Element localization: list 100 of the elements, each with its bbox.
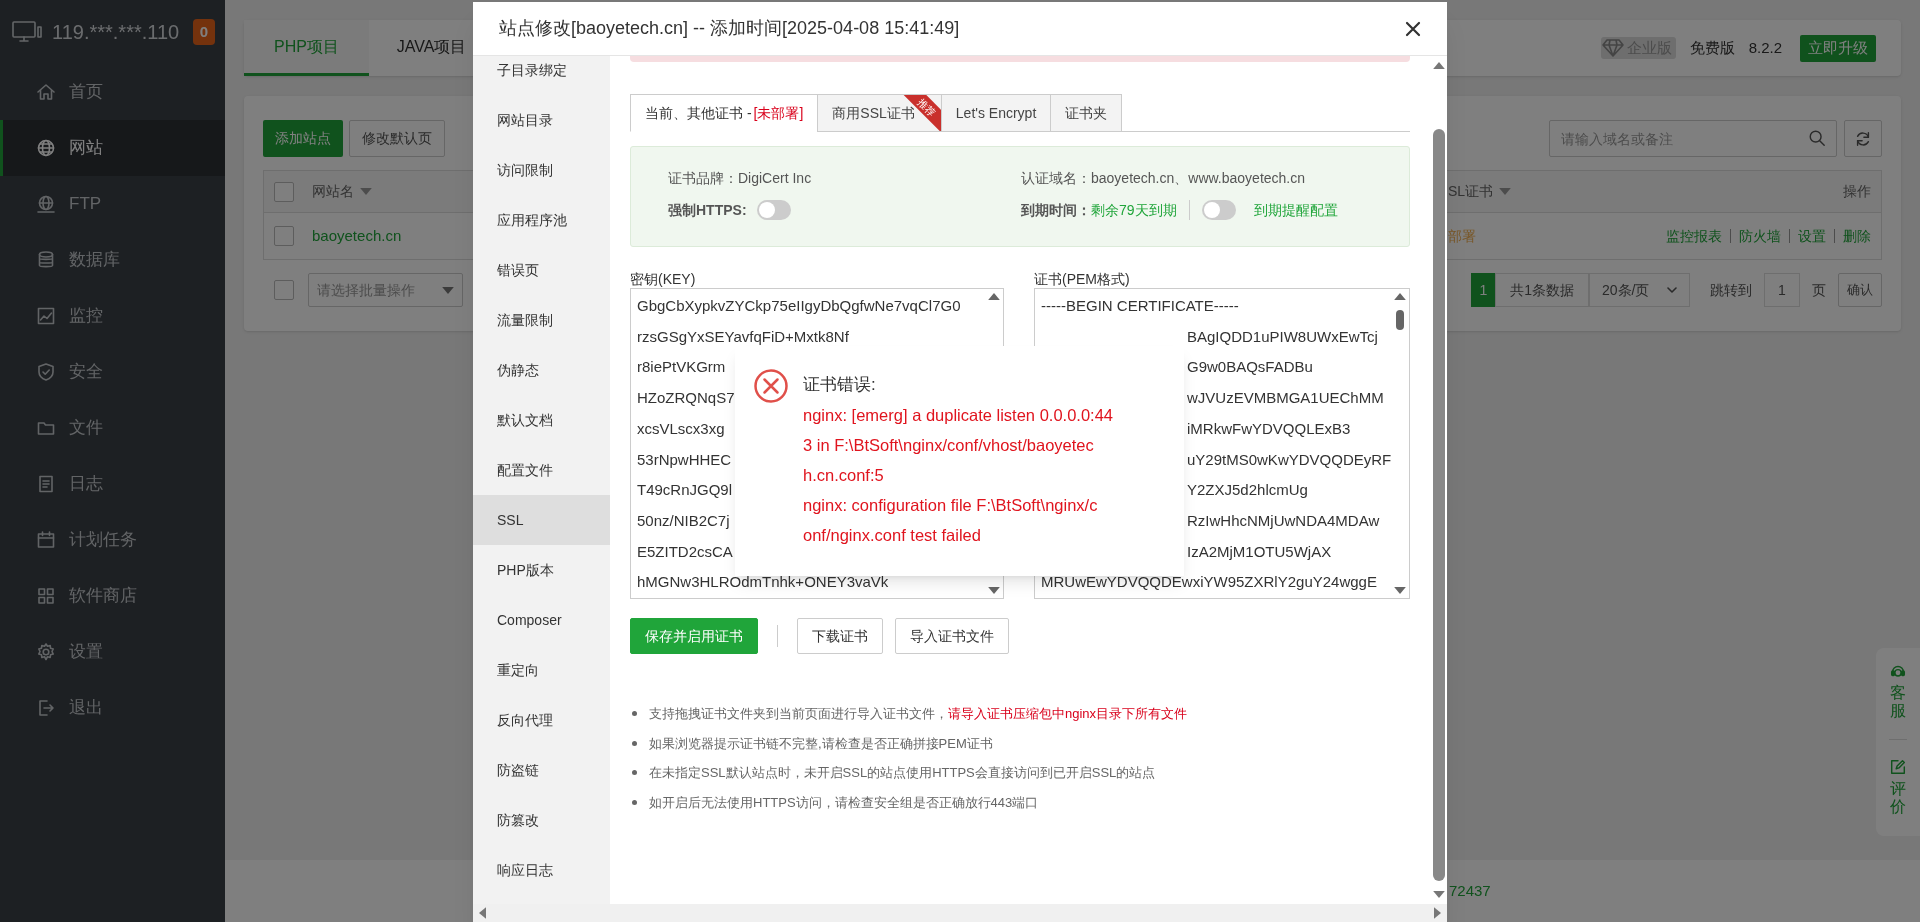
cert-tab[interactable]: 商用SSL证书 推荐	[817, 94, 942, 132]
scroll-thumb[interactable]	[1396, 310, 1404, 330]
bullet-icon	[632, 711, 637, 717]
nav-item[interactable]: 错误页	[473, 245, 610, 295]
bullet-icon	[632, 740, 637, 746]
dialog-title: 站点修改[baoyetech.cn] -- 添加时间[2025-04-08 15:41:49]	[499, 17, 960, 40]
action-link[interactable]: 删除	[1843, 225, 1871, 247]
toolbar-button[interactable]: 添加站点	[263, 120, 343, 157]
action-button[interactable]: 导入证书文件	[895, 618, 1009, 654]
sidebar-item[interactable]: 文件	[0, 400, 225, 456]
nav-item[interactable]: 反向代理	[473, 695, 610, 745]
action-link[interactable]: 设置	[1798, 225, 1826, 247]
field-label: 密钥(KEY)	[630, 270, 697, 287]
nav-item[interactable]: 流量限制	[473, 295, 610, 345]
side-button[interactable]: 客服	[1890, 684, 1906, 720]
confirm-button[interactable]: 确认	[1838, 273, 1882, 307]
site-link[interactable]: baoyetech.cn	[312, 224, 402, 248]
action-link[interactable]: 防火墙	[1739, 225, 1781, 247]
nav-item[interactable]: 应用程序池	[473, 195, 610, 245]
total-count: 共1条数据	[1495, 273, 1589, 307]
cert-tab[interactable]: 证书夹	[1050, 94, 1123, 132]
toggle-switch[interactable]	[1201, 200, 1236, 220]
cert-tab[interactable]: Let's Encrypt	[940, 94, 1052, 132]
column-header[interactable]: SL证书	[1448, 181, 1512, 202]
bullet-icon	[632, 799, 637, 805]
expiry-label: 到期时间：	[1021, 200, 1091, 220]
nav-item[interactable]: SSL	[473, 495, 610, 545]
checkbox[interactable]	[274, 181, 294, 202]
sidebar-item[interactable]: 网站	[0, 120, 225, 176]
page-button[interactable]: 1	[1471, 273, 1496, 307]
tip-text: 在未指定SSL默认站点时，未开启SSL的站点使用HTTPS会直接访问到已开启SSL的站点	[649, 764, 1156, 782]
scroll-left-icon	[479, 907, 486, 919]
sidebar-item[interactable]: 软件商店	[0, 568, 225, 624]
bullet-icon	[632, 770, 637, 776]
scroll-down-icon	[988, 587, 1000, 594]
nav-item[interactable]: 网站目录	[473, 95, 610, 145]
page-unit: 页	[1812, 280, 1826, 300]
jump-label: 跳转到	[1710, 280, 1752, 300]
close-icon[interactable]	[1405, 20, 1421, 37]
cert-tab[interactable]: 当前、其他证书 -[未部署]	[630, 94, 819, 132]
checkbox[interactable]	[274, 226, 294, 246]
database-icon	[36, 250, 56, 270]
cert-domains: 认证域名：baoyetech.cn、www.baoyetech.cn	[1021, 168, 1306, 188]
project-tab[interactable]: PHP项目	[244, 20, 369, 76]
version-label: 8.2.2	[1748, 37, 1782, 58]
nav-item[interactable]: 响应日志	[473, 845, 610, 895]
nav-item[interactable]: 防盗链	[473, 745, 610, 795]
toolbar-button[interactable]: 修改默认页	[349, 120, 445, 157]
refresh-button[interactable]	[1844, 120, 1882, 157]
home-icon	[36, 82, 56, 102]
upgrade-button[interactable]: 立即升级	[1800, 34, 1876, 62]
caret-icon	[442, 286, 454, 294]
grid-icon	[36, 586, 56, 606]
sidebar-item[interactable]: FTP	[0, 176, 225, 232]
nav-item[interactable]: 重定向	[473, 645, 610, 695]
sidebar-item[interactable]: 计划任务	[0, 512, 225, 568]
sidebar-item[interactable]: 数据库	[0, 232, 225, 288]
tip-text: 支持拖拽证书文件夹到当前页面进行导入证书文件，请导入证书压缩包中nginx目录下所有文件	[649, 705, 1188, 723]
sidebar-item[interactable]: 首页	[0, 64, 225, 120]
action-link[interactable]: 监控报表	[1666, 225, 1722, 247]
exit-icon	[36, 698, 56, 718]
nav-item[interactable]: 伪静态	[473, 345, 610, 395]
nav-item[interactable]: 防篡改	[473, 795, 610, 845]
column-header[interactable]: 网站名	[312, 181, 372, 202]
page-size-select[interactable]: 20条/页	[1589, 273, 1690, 307]
globe-icon	[36, 138, 56, 158]
document-icon	[36, 474, 56, 494]
cert-brand: 证书品牌：DigiCert Inc	[668, 168, 813, 188]
nav-item[interactable]: 访问限制	[473, 145, 610, 195]
sort-caret-icon	[1499, 188, 1512, 195]
page-input[interactable]: 1	[1764, 273, 1800, 307]
action-button[interactable]: 下载证书	[797, 618, 883, 654]
nav-item[interactable]: 默认文档	[473, 395, 610, 445]
nav-item[interactable]: 子目录绑定	[473, 56, 610, 95]
reminder-link[interactable]: 到期提醒配置	[1253, 199, 1338, 221]
ssl-status: 部署	[1448, 226, 1476, 246]
checkbox[interactable]	[274, 280, 294, 300]
sidebar-item[interactable]: 日志	[0, 456, 225, 512]
action-button[interactable]: 保存并启用证书	[630, 618, 758, 654]
refresh-icon	[1854, 129, 1872, 148]
nav-item[interactable]: PHP版本	[473, 545, 610, 595]
tip-text: 如开启后无法使用HTTPS访问，请检查安全组是否正确放行443端口	[649, 793, 1039, 812]
column-header: 操作	[1843, 182, 1871, 201]
scroll-down-icon	[1432, 891, 1445, 898]
notification-badge[interactable]: 0	[192, 18, 215, 46]
sidebar-item[interactable]: 退出	[0, 680, 225, 736]
side-button[interactable]: 评价	[1890, 780, 1906, 816]
scroll-thumb[interactable]	[1432, 129, 1445, 881]
nav-item[interactable]: 配置文件	[473, 445, 610, 495]
expiry-days: 剩余79天到期	[1091, 199, 1177, 221]
sidebar-item[interactable]: 监控	[0, 288, 225, 344]
diamond-icon	[1600, 38, 1625, 58]
sidebar-item[interactable]: 设置	[0, 624, 225, 680]
sidebar-item[interactable]: 安全	[0, 344, 225, 400]
globe-icon	[36, 194, 56, 214]
toggle-switch[interactable]	[756, 200, 791, 220]
nav-item[interactable]: Composer	[473, 595, 610, 645]
host-address: 119.***.***.110	[52, 20, 180, 45]
settings-icon	[36, 642, 56, 662]
monitor-icon	[12, 21, 42, 43]
